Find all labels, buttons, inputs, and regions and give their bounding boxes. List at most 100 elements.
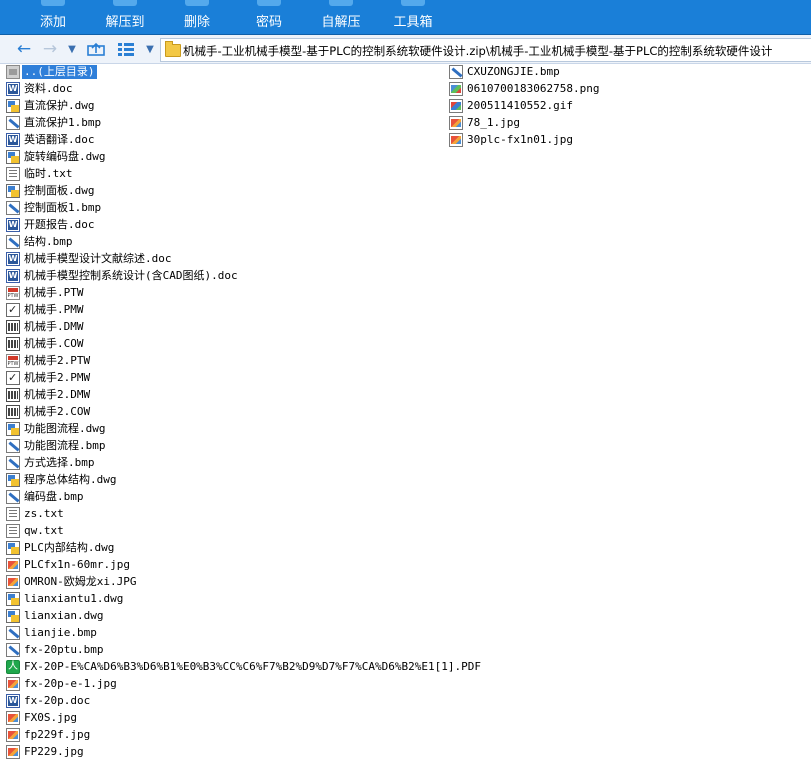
file-list-item[interactable]: 控制面板1.bmp (6, 199, 483, 216)
file-list-item[interactable]: CXUZONGJIE.bmp (449, 63, 601, 80)
password-button[interactable]: 密码 (234, 0, 304, 34)
file-list-item[interactable]: PLC内部结构.dwg (6, 539, 483, 556)
folder-icon (165, 41, 181, 57)
bmp-image-icon (449, 64, 463, 79)
history-dropdown-icon[interactable]: ▼ (62, 39, 82, 59)
back-arrow-icon[interactable]: ← (14, 39, 34, 59)
add-button[interactable]: 添加 (18, 0, 88, 34)
bmp-image-icon (6, 438, 20, 453)
ptw-file-icon (6, 285, 20, 300)
lock-icon (257, 0, 281, 6)
file-name: lianjie.bmp (24, 625, 97, 639)
gif-image-icon (449, 98, 463, 113)
word-doc-icon (6, 217, 20, 232)
file-name: 机械手模型控制系统设计(含CAD图纸).doc (24, 268, 238, 282)
file-name: 78_1.jpg (467, 115, 520, 129)
file-list-item[interactable]: 编码盘.bmp (6, 488, 483, 505)
file-list-item[interactable]: 机械手.DMW (6, 318, 483, 335)
file-name: 机械手2.DMW (24, 387, 91, 401)
file-list-item[interactable]: lianxiantu1.dwg (6, 590, 483, 607)
file-list-item[interactable]: qw.txt (6, 522, 483, 539)
file-list-item[interactable]: 结构.bmp (6, 233, 483, 250)
file-list-item[interactable]: FX0S.jpg (6, 709, 483, 726)
file-name: OMRON-欧姆龙xi.JPG (24, 574, 137, 588)
file-name: fp229f.jpg (24, 727, 91, 741)
file-list-item[interactable]: 功能图流程.dwg (6, 420, 483, 437)
file-list-item[interactable]: 78_1.jpg (449, 114, 601, 131)
add-button-label: 添加 (39, 15, 66, 30)
file-list-item[interactable]: FX-20P-E%CA%D6%B3%D6%B1%E0%B3%CC%C6%F7%B… (6, 658, 483, 675)
bmp-image-icon (6, 625, 20, 640)
jpg-image-icon (6, 727, 20, 742)
password-button-label: 密码 (255, 15, 282, 30)
file-list-item[interactable]: 控制面板.dwg (6, 182, 483, 199)
file-list-item[interactable]: 资料.doc (6, 80, 483, 97)
dwg-file-icon (6, 591, 20, 606)
file-list-item[interactable]: 机械手模型设计文献综述.doc (6, 250, 483, 267)
file-list-item[interactable]: 200511410552.gif (449, 97, 601, 114)
file-list-item[interactable]: 机械手.PMW (6, 301, 483, 318)
file-name: lianxian.dwg (24, 608, 104, 622)
file-list-item[interactable]: PLCfx1n-60mr.jpg (6, 556, 483, 573)
file-name: 0610700183062758.png (467, 81, 600, 95)
file-list-item[interactable]: 机械手2.PMW (6, 369, 483, 386)
jpg-image-icon (6, 744, 20, 759)
dmw-file-icon (6, 319, 20, 334)
file-list-item[interactable]: 方式选择.bmp (6, 454, 483, 471)
file-list-item[interactable]: zs.txt (6, 505, 483, 522)
file-name: PLC内部结构.dwg (24, 540, 115, 554)
view-mode-icon[interactable] (116, 39, 136, 59)
view-dropdown-icon[interactable]: ▼ (140, 39, 160, 59)
file-list-item[interactable]: 开题报告.doc (6, 216, 483, 233)
file-list-item[interactable]: lianxian.dwg (6, 607, 483, 624)
jpg-image-icon (6, 710, 20, 725)
file-list-item[interactable]: 机械手.COW (6, 335, 483, 352)
file-list-item[interactable]: 旋转编码盘.dwg (6, 148, 483, 165)
file-list-item[interactable]: FP229.jpg (6, 743, 483, 760)
file-list-item[interactable]: 0610700183062758.png (449, 80, 601, 97)
file-list-item[interactable]: fx-20p.doc (6, 692, 483, 709)
file-list-item[interactable]: ..(上层目录) (6, 63, 483, 80)
file-list: ..(上层目录) 资料.doc 直流保护.dwg 直流保护1.bmp 英语翻译.doc 旋… (0, 63, 811, 770)
file-list-item[interactable]: 临时.txt (6, 165, 483, 182)
bmp-image-icon (6, 489, 20, 504)
pdf-file-icon (6, 659, 20, 674)
pmw-file-icon (6, 370, 20, 385)
file-name: 机械手2.PTW (24, 353, 91, 367)
file-name: 旋转编码盘.dwg (24, 149, 106, 163)
file-list-item[interactable]: 30plc-fx1n01.jpg (449, 131, 601, 148)
delete-button[interactable]: 删除 (162, 0, 232, 34)
self-extract-button[interactable]: 自解压 (306, 0, 376, 34)
file-list-item[interactable]: 机械手模型控制系统设计(含CAD图纸).doc (6, 267, 483, 284)
file-list-item[interactable]: 功能图流程.bmp (6, 437, 483, 454)
file-list-item[interactable]: 程序总体结构.dwg (6, 471, 483, 488)
self-extract-button-label: 自解压 (321, 15, 361, 30)
file-list-item[interactable]: 机械手2.COW (6, 403, 483, 420)
file-list-item[interactable]: lianjie.bmp (6, 624, 483, 641)
extract-to-button[interactable]: 解压到 (90, 0, 160, 34)
self-extract-icon (329, 0, 353, 6)
file-list-item[interactable]: 直流保护.dwg (6, 97, 483, 114)
dwg-file-icon (6, 98, 20, 113)
file-name: FP229.jpg (24, 744, 84, 758)
ptw-file-icon (6, 353, 20, 368)
file-list-item[interactable]: 机械手.PTW (6, 284, 483, 301)
file-list-item[interactable]: 英语翻译.doc (6, 131, 483, 148)
file-list-item[interactable]: fp229f.jpg (6, 726, 483, 743)
forward-arrow-icon[interactable]: → (40, 39, 60, 59)
file-list-item[interactable]: 直流保护1.bmp (6, 114, 483, 131)
file-list-item[interactable]: 机械手2.DMW (6, 386, 483, 403)
address-path: 机械手-工业机械手模型-基于PLC的控制系统软硬件设计.zip\机械手-工业机械… (183, 44, 773, 58)
dwg-file-icon (6, 149, 20, 164)
file-list-item[interactable]: fx-20p-e-1.jpg (6, 675, 483, 692)
up-folder-icon[interactable] (86, 39, 106, 59)
file-name: qw.txt (24, 523, 64, 537)
toolbox-button[interactable]: 工具箱 (378, 0, 448, 34)
file-name: fx-20p.doc (24, 693, 91, 707)
file-list-column-2: CXUZONGJIE.bmp 0610700183062758.png 200511… (449, 63, 601, 148)
file-list-item[interactable]: 机械手2.PTW (6, 352, 483, 369)
file-list-item[interactable]: OMRON-欧姆龙xi.JPG (6, 573, 483, 590)
file-name: 临时.txt (24, 166, 73, 180)
address-bar[interactable]: 机械手-工业机械手模型-基于PLC的控制系统软硬件设计.zip\机械手-工业机械… (160, 38, 811, 62)
file-list-item[interactable]: fx-20ptu.bmp (6, 641, 483, 658)
